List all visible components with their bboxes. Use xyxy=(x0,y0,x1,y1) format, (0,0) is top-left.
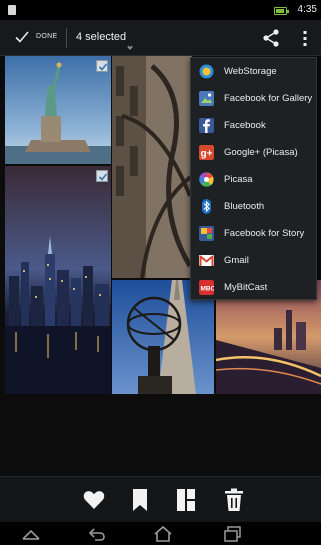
svg-text:g+: g+ xyxy=(201,149,213,160)
menu-item-facebook-for-story[interactable]: Facebook for Story xyxy=(191,220,318,247)
selection-count-dropdown[interactable]: 4 selected xyxy=(76,31,126,43)
facebook-story-icon xyxy=(199,226,214,241)
menu-item-label: Picasa xyxy=(224,174,253,185)
overview-icon[interactable] xyxy=(222,525,244,543)
facebook-gallery-icon xyxy=(199,91,214,106)
menu-item-label: MyBitCast xyxy=(224,282,268,293)
status-bar: 4:35 xyxy=(0,0,321,20)
photo-statue-of-liberty[interactable] xyxy=(5,56,111,164)
battery-icon xyxy=(274,7,289,15)
bluetooth-icon xyxy=(202,199,211,214)
recent-apps-icon[interactable] xyxy=(20,525,42,543)
delete-icon[interactable] xyxy=(222,487,246,513)
menu-item-mybitcast[interactable]: MBC MyBitCast xyxy=(191,274,318,301)
bookmark-icon[interactable] xyxy=(128,487,152,513)
status-time: 4:35 xyxy=(297,4,317,15)
menu-item-label: Facebook xyxy=(224,120,266,131)
action-bar: DONE 4 selected xyxy=(0,20,321,56)
photo-city-skyline-night[interactable] xyxy=(5,166,111,394)
home-icon[interactable] xyxy=(152,525,174,543)
menu-item-label: Gmail xyxy=(224,255,249,266)
mybitcast-icon: MBC xyxy=(199,280,214,295)
menu-item-label: Facebook for Gallery xyxy=(224,93,313,104)
menu-item-picasa[interactable]: Picasa xyxy=(191,166,318,193)
menu-item-label: WebStorage xyxy=(224,66,277,77)
action-bar-divider xyxy=(66,28,67,48)
back-icon[interactable] xyxy=(86,525,108,543)
layout-icon[interactable] xyxy=(174,487,198,513)
share-menu: WebStorage Facebook for Gallery Facebook… xyxy=(190,57,317,300)
menu-item-googleplus-picasa[interactable]: g+ Google+ (Picasa) xyxy=(191,139,318,166)
facebook-icon xyxy=(199,118,214,133)
photo-atlas-closeup[interactable] xyxy=(112,56,192,278)
menu-item-facebook-for-gallery[interactable]: Facebook for Gallery xyxy=(191,85,318,112)
menu-item-label: Facebook for Story xyxy=(224,228,305,239)
done-button[interactable]: DONE xyxy=(6,20,64,56)
menu-item-facebook[interactable]: Facebook xyxy=(191,112,318,139)
gmail-icon xyxy=(199,255,214,266)
menu-item-gmail[interactable]: Gmail xyxy=(191,247,318,274)
navigation-bar xyxy=(0,522,321,545)
chevron-down-icon xyxy=(127,44,133,50)
selected-checkbox[interactable] xyxy=(96,170,108,182)
bottom-toolbar xyxy=(0,476,321,522)
favorite-icon[interactable] xyxy=(82,487,106,513)
svg-text:MBC: MBC xyxy=(201,286,215,293)
webstorage-icon xyxy=(199,64,214,79)
share-icon[interactable] xyxy=(262,28,280,48)
googleplus-icon: g+ xyxy=(199,145,214,160)
selected-checkbox[interactable] xyxy=(96,60,108,72)
notification-icon xyxy=(8,5,16,15)
menu-item-label: Google+ (Picasa) xyxy=(224,147,298,158)
menu-item-webstorage[interactable]: WebStorage xyxy=(191,58,318,85)
picasa-icon xyxy=(199,172,214,187)
menu-item-label: Bluetooth xyxy=(224,201,265,212)
done-label: DONE xyxy=(36,33,58,40)
menu-item-bluetooth[interactable]: Bluetooth xyxy=(191,193,318,220)
check-icon xyxy=(15,31,29,43)
overflow-menu-icon[interactable] xyxy=(298,28,312,48)
